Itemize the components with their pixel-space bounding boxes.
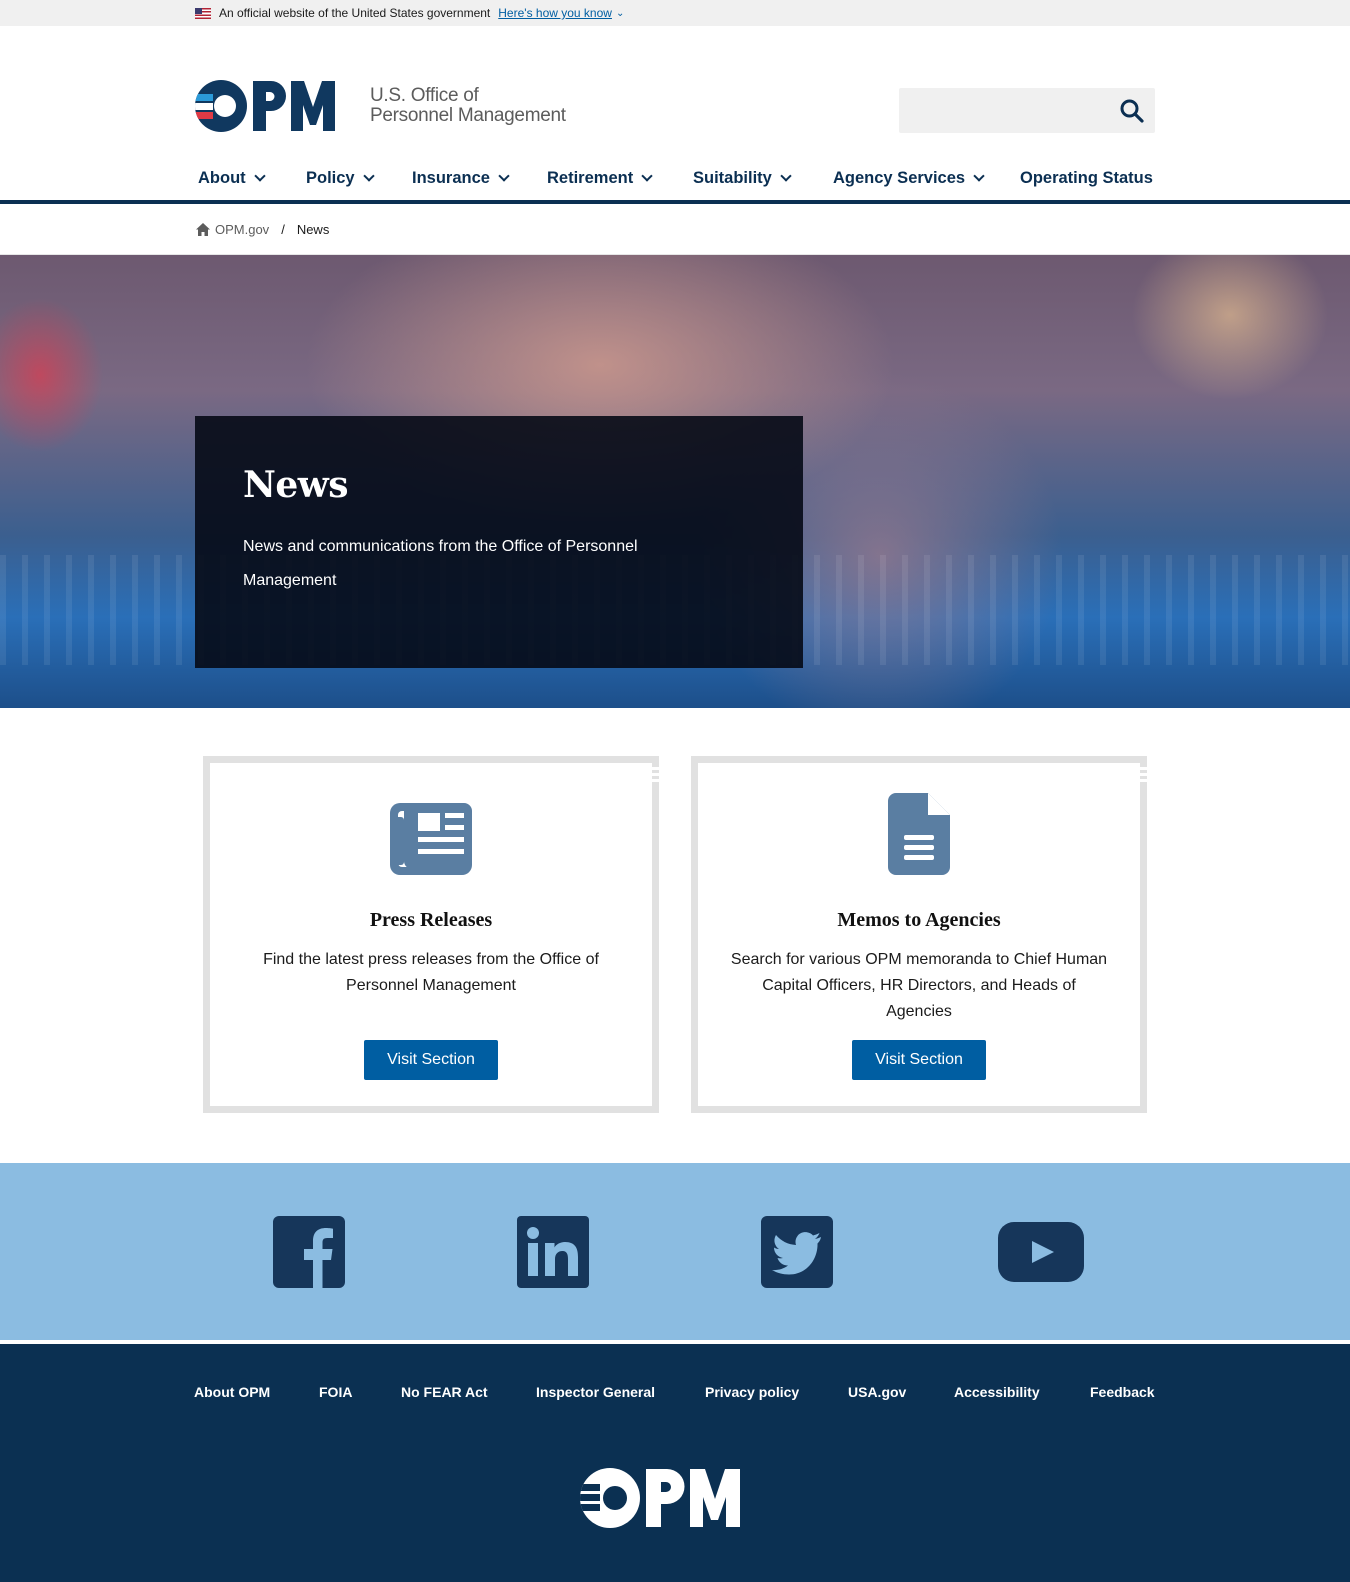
card-description: Find the latest press releases from the … bbox=[263, 951, 599, 994]
nav-label: Agency Services bbox=[833, 168, 966, 187]
nav-label: Retirement bbox=[547, 168, 634, 187]
breadcrumb-home-label: OPM.gov bbox=[215, 222, 270, 237]
linkedin-icon[interactable] bbox=[517, 1216, 589, 1288]
card-title: Press Releases bbox=[369, 909, 493, 931]
twitter-icon[interactable] bbox=[761, 1216, 833, 1288]
card-memos-to-agencies: Memos to Agencies Search for various OPM… bbox=[691, 756, 1147, 1113]
home-icon bbox=[196, 223, 210, 236]
page-title: News bbox=[243, 464, 349, 506]
card-border-notch bbox=[1140, 767, 1147, 785]
nav-label: Suitability bbox=[693, 168, 772, 187]
nav-item-suitability[interactable]: Suitability bbox=[693, 163, 792, 193]
newspaper-icon bbox=[390, 803, 472, 875]
chevron-down-icon bbox=[780, 169, 792, 182]
youtube-icon[interactable] bbox=[998, 1216, 1084, 1288]
search-input[interactable] bbox=[899, 88, 1155, 133]
logo-line-1: U.S. Office of bbox=[370, 85, 479, 106]
card-press-releases: Press Releases Find the latest press rel… bbox=[203, 756, 659, 1113]
us-flag-icon bbox=[195, 7, 211, 19]
chevron-down-icon bbox=[641, 169, 653, 182]
chevron-down-icon[interactable]: ⌄ bbox=[616, 8, 624, 19]
nav-label: Policy bbox=[306, 168, 355, 187]
official-site-text: An official website of the United States… bbox=[219, 6, 491, 20]
card-border-notch bbox=[652, 767, 659, 785]
footer-link-usa-gov[interactable]: USA.gov bbox=[848, 1384, 906, 1400]
chevron-down-icon bbox=[362, 169, 375, 182]
nav-label: Operating Status bbox=[1020, 168, 1153, 187]
visit-section-button[interactable]: Visit Section bbox=[852, 1040, 986, 1080]
hero-banner: News News and communications from the Of… bbox=[0, 255, 1350, 708]
nav-item-about[interactable]: About bbox=[198, 163, 266, 193]
nav-item-insurance[interactable]: Insurance bbox=[412, 163, 510, 193]
visit-section-button[interactable]: Visit Section bbox=[364, 1040, 498, 1080]
breadcrumb-current: News bbox=[296, 222, 330, 237]
opm-logo[interactable]: U.S. Office of Personnel Management bbox=[195, 80, 566, 132]
nav-label: Insurance bbox=[412, 168, 490, 187]
chevron-down-icon bbox=[973, 169, 985, 182]
document-icon bbox=[888, 793, 950, 875]
page-description: News and communications from the Office … bbox=[243, 538, 638, 589]
footer-link-foia[interactable]: FOIA bbox=[319, 1384, 352, 1400]
nav-item-policy[interactable]: Policy bbox=[306, 163, 375, 193]
breadcrumb: OPM.gov / News bbox=[0, 204, 1350, 255]
breadcrumb-separator: / bbox=[281, 222, 285, 237]
footer-link-feedback[interactable]: Feedback bbox=[1090, 1384, 1155, 1400]
facebook-icon[interactable] bbox=[273, 1216, 345, 1288]
opm-logo-mark bbox=[195, 80, 335, 132]
breadcrumb-home[interactable]: OPM.gov bbox=[196, 222, 269, 237]
footer-links: About OPM FOIA No FEAR Act Inspector Gen… bbox=[194, 1384, 1164, 1404]
social-links bbox=[0, 1163, 1350, 1340]
search-icon[interactable] bbox=[1119, 98, 1145, 124]
chevron-down-icon bbox=[498, 169, 510, 182]
footer-link-inspector-general[interactable]: Inspector General bbox=[536, 1384, 655, 1400]
nav-item-retirement[interactable]: Retirement bbox=[547, 163, 653, 193]
card-title: Memos to Agencies bbox=[837, 909, 1001, 931]
footer-link-no-fear-act[interactable]: No FEAR Act bbox=[401, 1384, 488, 1400]
hero-card: News News and communications from the Of… bbox=[195, 416, 803, 668]
card-description: Search for various OPM memoranda to Chie… bbox=[730, 951, 1108, 1020]
how-you-know-link[interactable]: Here's how you know bbox=[498, 6, 612, 20]
section-cards: Press Releases Find the latest press rel… bbox=[0, 708, 1350, 1163]
logo-line-2: Personnel Management bbox=[370, 105, 566, 126]
gov-banner: An official website of the United States… bbox=[0, 0, 1350, 26]
site-footer: About OPM FOIA No FEAR Act Inspector Gen… bbox=[0, 1344, 1350, 1582]
primary-nav: About Policy Insurance Retirement Suitab… bbox=[195, 163, 1155, 193]
opm-footer-logo[interactable] bbox=[580, 1468, 764, 1528]
site-header: U.S. Office of Personnel Management Abou… bbox=[0, 26, 1350, 204]
footer-link-about-opm[interactable]: About OPM bbox=[194, 1384, 270, 1400]
footer-link-accessibility[interactable]: Accessibility bbox=[954, 1384, 1040, 1400]
nav-item-agency-services[interactable]: Agency Services bbox=[833, 163, 985, 193]
chevron-down-icon bbox=[253, 169, 266, 182]
footer-link-privacy-policy[interactable]: Privacy policy bbox=[705, 1384, 799, 1400]
nav-label: About bbox=[198, 168, 246, 187]
nav-item-operating-status[interactable]: Operating Status bbox=[1020, 163, 1153, 193]
